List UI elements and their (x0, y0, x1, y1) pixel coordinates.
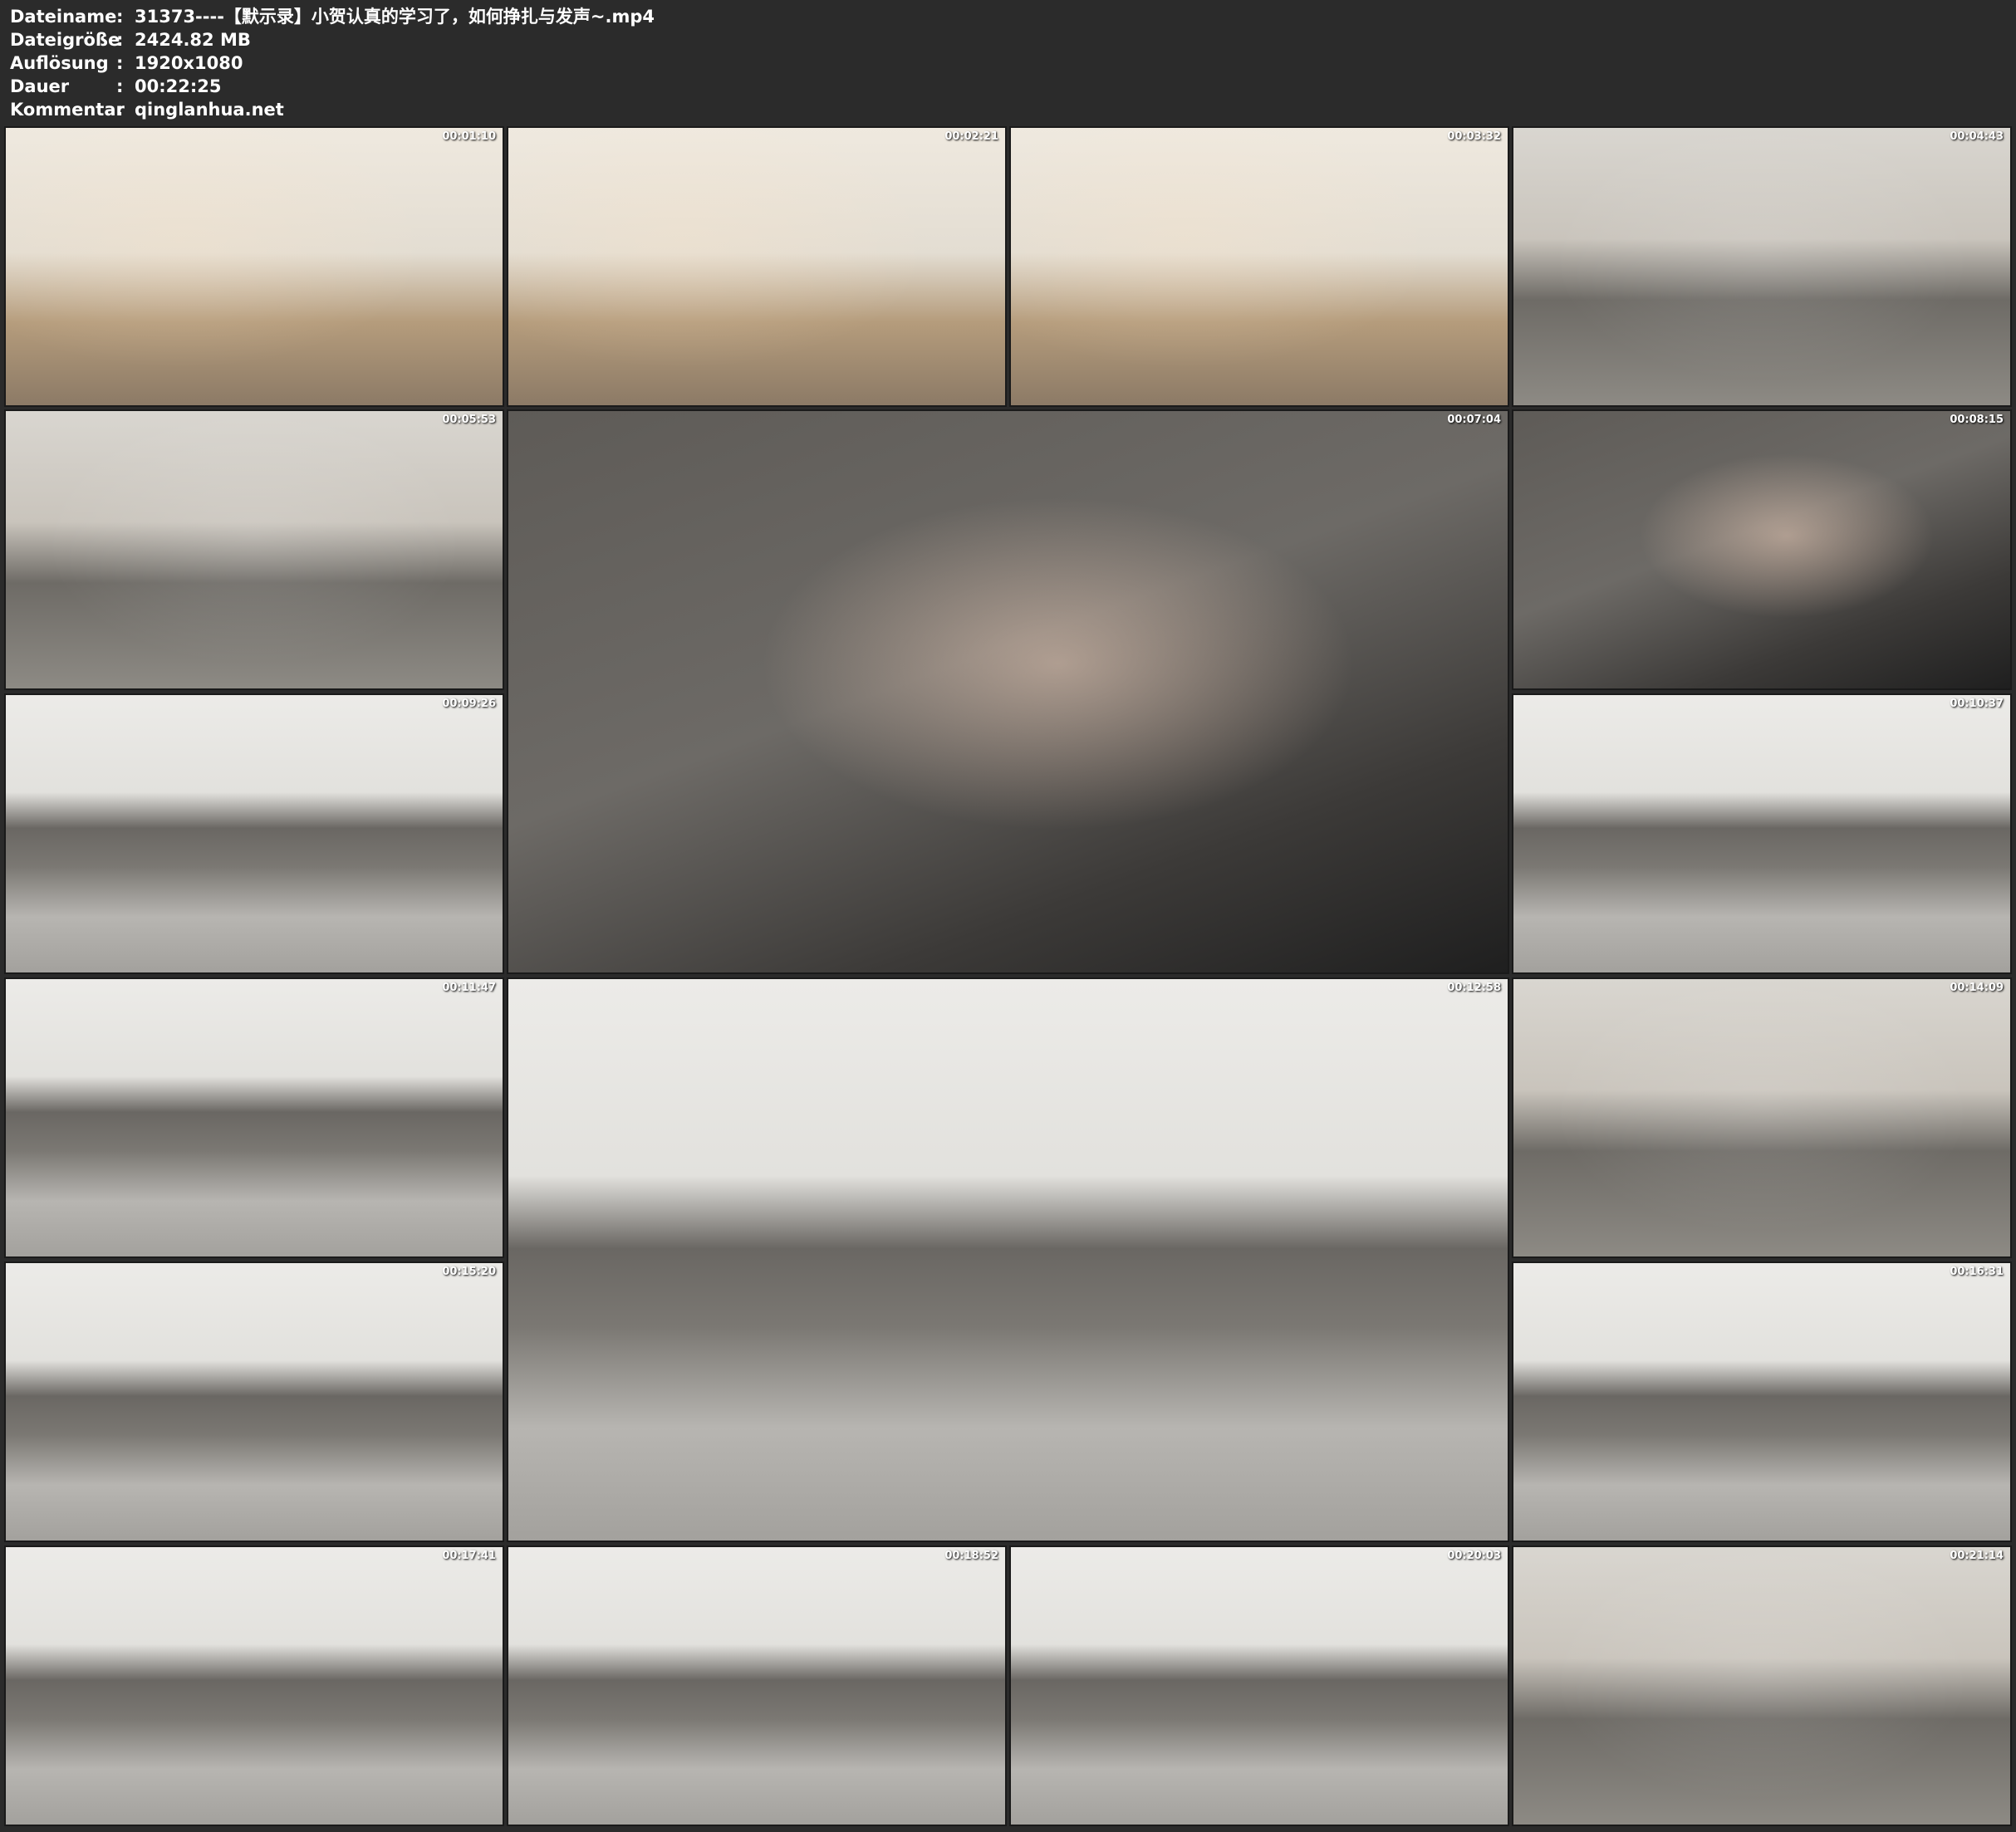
video-thumbnail[interactable]: 00:10:37 (1512, 693, 2012, 974)
video-thumbnail[interactable]: 00:09:26 (4, 693, 504, 974)
thumbnail-timestamp: 00:15:20 (442, 1266, 496, 1278)
thumbnail-timestamp: 00:21:14 (1950, 1550, 2004, 1562)
video-thumbnail[interactable]: 00:11:47 (4, 977, 504, 1258)
thumbnail-timestamp: 00:01:10 (442, 130, 496, 143)
video-thumbnail[interactable]: 00:04:43 (1512, 126, 2012, 407)
thumbnail-timestamp: 00:10:37 (1950, 698, 2004, 710)
thumbnail-timestamp: 00:20:03 (1447, 1550, 1501, 1562)
video-thumbnail[interactable]: 00:01:10 (4, 126, 504, 407)
thumbnail-timestamp: 00:12:58 (1447, 982, 1501, 994)
video-thumbnail[interactable]: 00:18:52 (507, 1545, 1007, 1826)
video-thumbnail[interactable]: 00:08:15 (1512, 409, 2012, 690)
thumbnail-timestamp: 00:11:47 (442, 982, 496, 994)
video-thumbnail-large[interactable]: 00:07:04 (507, 409, 1509, 974)
thumbnail-timestamp: 00:18:52 (944, 1550, 998, 1562)
thumbnail-timestamp: 00:17:41 (442, 1550, 496, 1562)
thumbnail-timestamp: 00:16:31 (1950, 1266, 2004, 1278)
thumbnail-timestamp: 00:05:53 (442, 414, 496, 426)
video-thumbnail[interactable]: 00:21:14 (1512, 1545, 2012, 1826)
video-thumbnail[interactable]: 00:20:03 (1009, 1545, 1509, 1826)
thumbnail-timestamp: 00:04:43 (1950, 130, 2004, 143)
video-thumbnail[interactable]: 00:14:09 (1512, 977, 2012, 1258)
video-thumbnail[interactable]: 00:15:20 (4, 1261, 504, 1542)
thumbnail-timestamp: 00:08:15 (1950, 414, 2004, 426)
video-thumbnail[interactable]: 00:17:41 (4, 1545, 504, 1826)
thumbnail-timestamp: 00:03:32 (1447, 130, 1501, 143)
video-thumbnail[interactable]: 00:16:31 (1512, 1261, 2012, 1542)
thumbnail-timestamp: 00:02:21 (944, 130, 998, 143)
video-thumbnail[interactable]: 00:03:32 (1009, 126, 1509, 407)
video-thumbnail[interactable]: 00:05:53 (4, 409, 504, 690)
thumbnail-grid: 00:01:10 00:02:21 00:03:32 00:04:43 00:0… (0, 0, 2016, 1832)
thumbnail-timestamp: 00:14:09 (1950, 982, 2004, 994)
video-thumbnail[interactable]: 00:02:21 (507, 126, 1007, 407)
thumbnail-timestamp: 00:07:04 (1447, 414, 1501, 426)
thumbnail-timestamp: 00:09:26 (442, 698, 496, 710)
video-thumbnail-large[interactable]: 00:12:58 (507, 977, 1509, 1542)
